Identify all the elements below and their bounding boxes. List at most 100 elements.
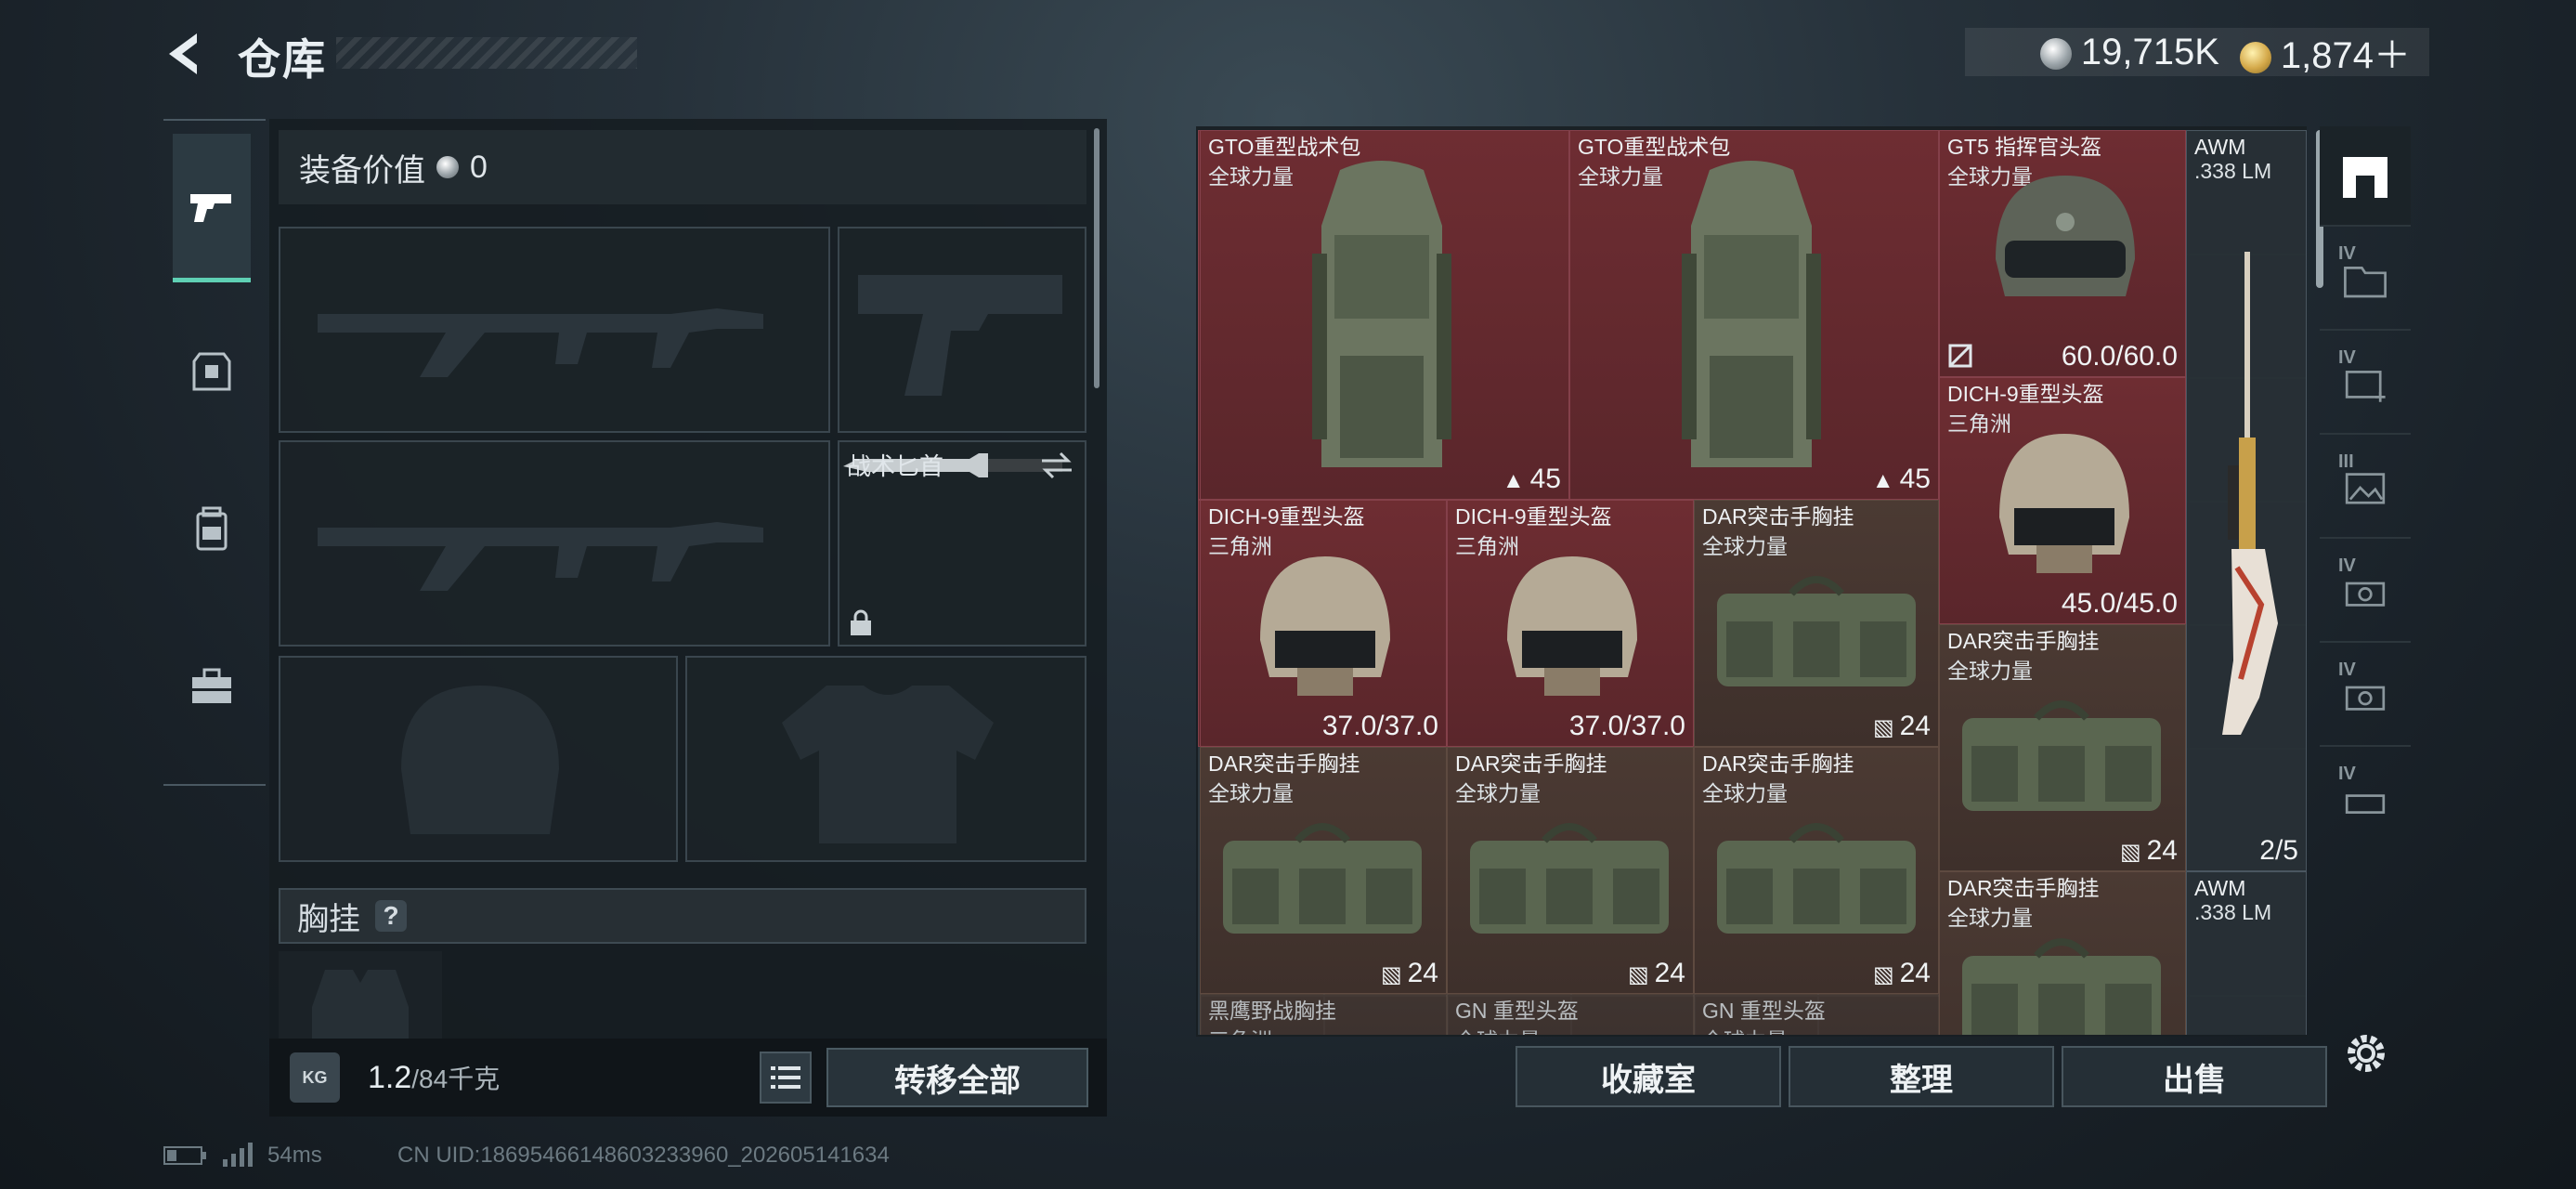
storage-tab-main[interactable] bbox=[2320, 126, 2411, 227]
backpack-icon bbox=[1682, 161, 1821, 467]
storage-tier: IV bbox=[2338, 243, 2356, 264]
list-view-button[interactable] bbox=[760, 1052, 812, 1104]
grid-item-helmet[interactable]: GT5 指挥官头盔 全球力量 60.0/60.0 bbox=[1939, 130, 2186, 377]
help-button[interactable]: ? bbox=[375, 900, 407, 932]
item-faction: 全球力量 bbox=[1947, 659, 2033, 683]
grid-item-backpack[interactable]: GTO重型战术包 全球力量 ▲45 bbox=[1569, 130, 1939, 500]
grid-item-vest[interactable]: DAR突击手胸挂 全球力量 ▧ 24 bbox=[1694, 747, 1939, 994]
sniper-rifle-icon bbox=[2222, 252, 2278, 735]
grid-item-helmet[interactable]: GN 重型头盔 全球力量 bbox=[1694, 994, 1939, 1035]
pistol-silhouette-icon bbox=[858, 275, 1062, 396]
equipment-scrollbar[interactable] bbox=[1094, 128, 1099, 388]
chest-rig-header: 胸挂 ? bbox=[279, 888, 1086, 944]
grid-item-rifle[interactable]: AWM .338 LM bbox=[2186, 871, 2307, 1035]
grid-item-vest[interactable]: DAR突击手胸挂 全球力量 ▧ 24 bbox=[1939, 624, 2186, 871]
item-faction: 全球力量 bbox=[1455, 1023, 1541, 1035]
grid-item-helmet[interactable]: DICH-9重型头盔 三角洲 37.0/37.0 bbox=[1447, 500, 1694, 747]
tab-weapons[interactable] bbox=[173, 134, 251, 282]
grid-item-helmet[interactable]: DICH-9重型头盔 三角洲 37.0/37.0 bbox=[1200, 500, 1447, 747]
grid-item-vest[interactable]: DAR突击手胸挂 全球力量 ▧ 24 bbox=[1447, 747, 1694, 994]
item-value: 2/5 bbox=[2259, 835, 2298, 866]
ping-readout: 54ms bbox=[267, 1143, 322, 1168]
weight-value: 1.2 bbox=[368, 1060, 412, 1095]
item-value: 37.0/37.0 bbox=[1568, 711, 1685, 741]
item-faction: 全球力量 bbox=[1208, 164, 1294, 189]
settings-button[interactable] bbox=[2340, 1027, 2392, 1079]
item-caliber: .338 LM bbox=[2194, 900, 2272, 924]
storage-tab-2[interactable]: IV bbox=[2320, 230, 2411, 331]
knife-slot[interactable]: 战术匕首 bbox=[838, 440, 1086, 647]
grid-item-vest[interactable]: 黑鹰野战胸挂 三角洲 bbox=[1200, 994, 1447, 1035]
equipment-panel: 装备价值 0 战术匕首 胸挂 ? KG 1.2/84千克 转移全部 bbox=[269, 119, 1107, 1117]
grid-item-vest[interactable]: DAR突击手胸挂 全球力量 ▧ 24 bbox=[1694, 500, 1939, 747]
chest-rig-icon bbox=[1962, 938, 2161, 1035]
vest-capacity-icon: ▧ bbox=[1872, 962, 1894, 987]
helmet-icon bbox=[1507, 556, 1637, 696]
helmet-icon bbox=[1260, 556, 1390, 696]
storage-tier: IV bbox=[2338, 347, 2356, 368]
page-title: 仓库 bbox=[238, 35, 327, 84]
item-caliber: .338 LM bbox=[2194, 159, 2272, 183]
item-value: 37.0/37.0 bbox=[1321, 711, 1438, 741]
grid-item-vest[interactable]: DAR突击手胸挂 全球力量 bbox=[1939, 871, 2186, 1035]
primary-weapon-slot[interactable] bbox=[279, 227, 830, 433]
helmet-slot[interactable] bbox=[279, 656, 678, 862]
grid-item-helmet[interactable]: DICH-9重型头盔 三角洲 45.0/45.0 bbox=[1939, 377, 2186, 624]
storage-tab-6[interactable]: IV bbox=[2320, 647, 2411, 747]
rifle-silhouette-icon bbox=[318, 522, 763, 591]
item-value: ▧24 bbox=[1380, 958, 1438, 988]
sell-button[interactable]: 出售 bbox=[2062, 1046, 2327, 1107]
helmet-silhouette-icon bbox=[401, 686, 559, 834]
weight-icon: KG bbox=[290, 1052, 340, 1103]
item-name: DAR突击手胸挂 bbox=[1702, 504, 1854, 529]
back-button[interactable] bbox=[160, 28, 212, 80]
item-faction: 全球力量 bbox=[1947, 906, 2033, 930]
swap-icon[interactable] bbox=[1038, 450, 1075, 481]
sort-button[interactable]: 整理 bbox=[1789, 1046, 2054, 1107]
gold-amount: 1,874＋ bbox=[2280, 35, 2411, 76]
storage-tab-4[interactable]: III bbox=[2320, 438, 2411, 539]
backpack-capacity-icon: ▲ bbox=[1871, 468, 1894, 493]
equipment-value-label: 装备价值 bbox=[299, 152, 425, 189]
tab-helmet-armor[interactable] bbox=[173, 297, 251, 446]
storage-tab-3[interactable]: IV bbox=[2320, 334, 2411, 435]
gold-currency[interactable]: 1,874＋ bbox=[2239, 25, 2411, 79]
item-faction: 全球力量 bbox=[1702, 534, 1788, 558]
stash-grid-main[interactable]: GTO重型战术包 全球力量 ▲ 45 GTO重型战术包 全球力量 ▲ 45 GT5 … bbox=[1200, 130, 2307, 1035]
user-uid: CN UID:18695466148603233960_202605141634 bbox=[397, 1143, 890, 1168]
list-icon bbox=[771, 1066, 800, 1089]
backpack-icon bbox=[1312, 161, 1451, 467]
armor-silhouette-icon bbox=[782, 686, 994, 843]
item-value: ▧24 bbox=[1872, 711, 1931, 741]
pistol-slot[interactable] bbox=[838, 227, 1086, 433]
storage-tier: III bbox=[2338, 451, 2354, 472]
item-value: 60.0/60.0 bbox=[2061, 341, 2178, 372]
tab-backpack[interactable] bbox=[173, 455, 251, 604]
item-name: DICH-9重型头盔 bbox=[1455, 504, 1612, 529]
currency-bar: 19,715K 1,874＋ bbox=[1965, 28, 2429, 76]
secondary-weapon-slot[interactable] bbox=[279, 440, 830, 647]
collection-room-button[interactable]: 收藏室 bbox=[1516, 1046, 1781, 1107]
silver-currency[interactable]: 19,715K bbox=[2039, 32, 2219, 73]
helmet-icon bbox=[1996, 176, 2135, 296]
grid-item-helmet[interactable]: GN 重型头盔 全球力量 bbox=[1447, 994, 1694, 1035]
grid-item-vest[interactable]: DAR突击手胸挂 全球力量 ▧ 24 bbox=[1200, 747, 1447, 994]
tab-toolbox[interactable] bbox=[173, 613, 251, 762]
storage-tab-5[interactable]: IV bbox=[2320, 542, 2411, 643]
chest-rig-slot[interactable] bbox=[279, 951, 442, 1039]
grid-item-rifle[interactable]: AWM .338 LM 2/5 bbox=[2186, 130, 2307, 871]
grid-item-backpack[interactable]: GTO重型战术包 全球力量 ▲45 bbox=[1200, 130, 1569, 500]
vest-capacity-icon: ▧ bbox=[1627, 962, 1649, 987]
item-name: DICH-9重型头盔 bbox=[1947, 382, 2104, 406]
gear-icon bbox=[2348, 1035, 2385, 1072]
item-value: ▧24 bbox=[1627, 958, 1685, 988]
item-name: DAR突击手胸挂 bbox=[1208, 751, 1360, 776]
item-name: GT5 指挥官头盔 bbox=[1947, 135, 2102, 159]
storage-tier: IV bbox=[2338, 764, 2356, 784]
title-decoration bbox=[336, 37, 637, 69]
transfer-all-button[interactable]: 转移全部 bbox=[826, 1048, 1088, 1107]
item-name: AWM bbox=[2194, 876, 2246, 900]
vest-capacity-icon: ▧ bbox=[2119, 840, 2141, 865]
storage-tab-7[interactable]: IV bbox=[2320, 751, 2411, 851]
body-armor-slot[interactable] bbox=[685, 656, 1086, 862]
